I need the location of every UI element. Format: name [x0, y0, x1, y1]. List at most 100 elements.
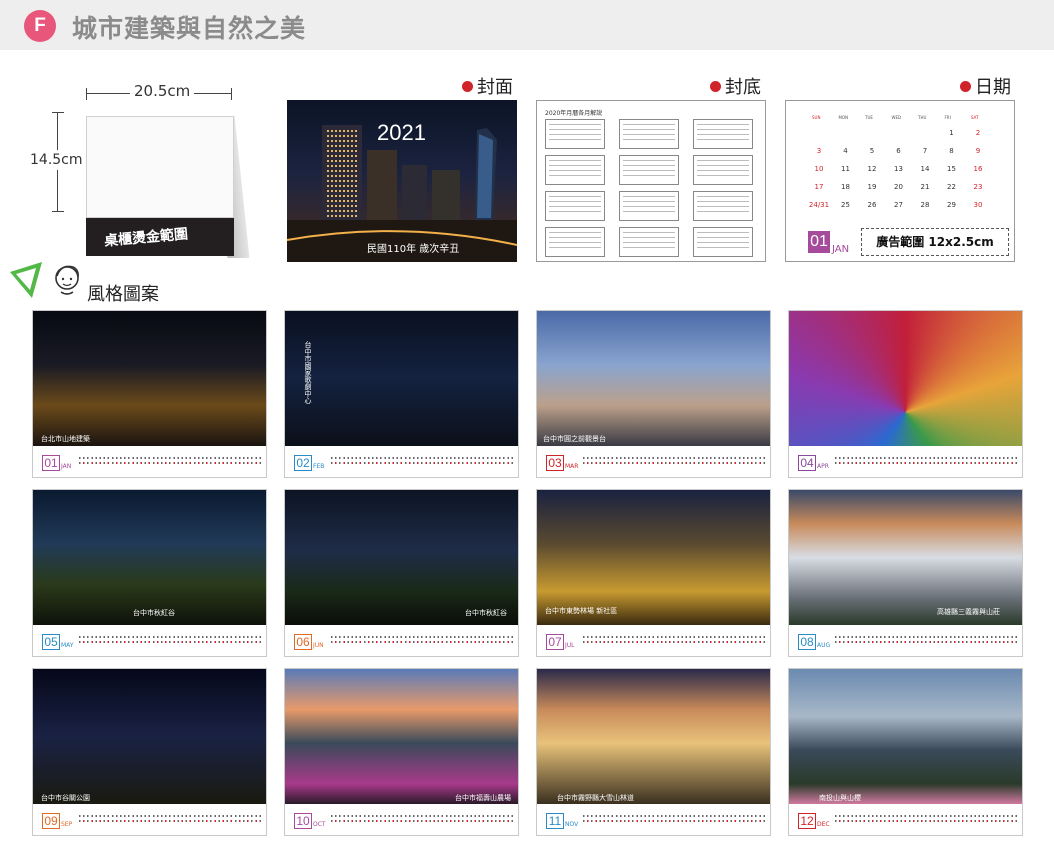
- date-strip: [583, 815, 765, 827]
- date-grid: SUN MON TUE WED THU FRI SAT 1 2 3 4 5 6 7 8 9 10 11 12 13 14…: [806, 115, 992, 223]
- description-cell: [545, 119, 605, 149]
- month-thumbnail: 台中市國家歌劇中心 02 FEB: [284, 310, 519, 478]
- description-cell: [545, 155, 605, 185]
- month-photo: [33, 490, 266, 625]
- bullet-icon: [710, 81, 721, 92]
- month-photo: [285, 490, 518, 625]
- month-thumbnail: 高雄縣三義霧與山莊 08 AUG: [788, 489, 1023, 657]
- day-cell: 15: [947, 165, 956, 173]
- day-cell: 2: [975, 129, 981, 137]
- photo-caption: 台中市東勢林場 新社區: [545, 607, 618, 615]
- day-cell: 25: [841, 201, 850, 209]
- calendar-base: 桌櫃燙金範圍: [86, 218, 234, 256]
- month-thumbnail: 台中市霧野縣大雪山林道 11 NOV: [536, 668, 771, 836]
- photo-caption: 台北市山地建築: [41, 435, 90, 443]
- label-date: 日期: [960, 73, 1011, 99]
- day-cell: 23: [973, 183, 983, 191]
- day-cell: 11: [841, 165, 850, 173]
- weekday-header: MON: [838, 115, 849, 120]
- month-number: 06: [294, 634, 312, 650]
- month-photo: [537, 311, 770, 446]
- day-cell: 13: [894, 165, 903, 173]
- date-strip: [583, 636, 765, 648]
- month-number: 02: [294, 455, 312, 471]
- width-label: 20.5cm: [130, 82, 195, 100]
- month-thumbnail: 台中市谷關公園 09 SEP: [32, 668, 267, 836]
- month-photo: [33, 669, 266, 804]
- date-page-sample: SUN MON TUE WED THU FRI SAT 1 2 3 4 5 6 7 8 9 10 11 12 13 14…: [785, 100, 1015, 262]
- width-dimension: 20.5cm: [86, 82, 232, 100]
- back-cover-title: 2020年月曆各月解說: [545, 110, 603, 117]
- month-number: 04: [798, 455, 816, 471]
- month-number: 05: [42, 634, 60, 650]
- date-strip: [79, 636, 261, 648]
- description-cell: [693, 119, 753, 149]
- month-thumbnail: 台中市秋紅谷 05 MAY: [32, 489, 267, 657]
- date-strip: [331, 815, 513, 827]
- month-name: FEB: [313, 463, 325, 470]
- height-dimension: 14.5cm: [30, 112, 83, 212]
- day-cell: 20: [894, 183, 903, 191]
- day-cell: 18: [841, 183, 850, 191]
- month-number: 01: [42, 455, 60, 471]
- weekday-header: FRI: [944, 115, 951, 120]
- month-thumbnail: 04 APR: [788, 310, 1023, 478]
- header-bar: F 城市建築與自然之美: [0, 0, 1054, 50]
- day-cell: 14: [920, 165, 930, 173]
- month-name: JUL: [565, 642, 575, 649]
- month-name: NOV: [565, 821, 579, 828]
- day-cell: 12: [867, 165, 877, 173]
- photo-caption: 南投山與山櫻: [819, 794, 861, 802]
- month-name: DEC: [817, 821, 830, 828]
- day-cell: 9: [975, 147, 981, 155]
- photo-caption: 高雄縣三義霧與山莊: [937, 608, 1000, 616]
- height-label: 14.5cm: [30, 150, 83, 170]
- photo-caption: 台中市國家歌劇中心: [304, 341, 312, 404]
- day-cell: 19: [867, 183, 877, 191]
- day-cell: 22: [947, 183, 956, 191]
- description-cell: [693, 227, 753, 257]
- photo-caption: 台中市秋紅谷: [133, 609, 175, 617]
- date-strip: [331, 457, 513, 469]
- label-back-cover: 封底: [710, 73, 761, 99]
- month-photo: [789, 311, 1022, 446]
- month-number: 08: [798, 634, 816, 650]
- date-strip: [331, 636, 513, 648]
- month-number: 03: [546, 455, 564, 471]
- month-number: 11: [546, 813, 564, 829]
- face-icon: [55, 265, 79, 295]
- description-cell: [619, 155, 679, 185]
- month-photo: [285, 311, 518, 446]
- day-cell: 21: [920, 183, 930, 191]
- day-cell: 6: [896, 147, 901, 155]
- photo-caption: 台中市谷關公園: [41, 794, 90, 802]
- triangle-icon: [10, 262, 42, 298]
- month-name: MAR: [565, 463, 579, 470]
- month-number: 12: [798, 813, 816, 829]
- month-thumbnail: 台中市東勢林場 新社區 07 JUL: [536, 489, 771, 657]
- photo-caption: 台中市福壽山農場: [455, 794, 511, 802]
- bullet-icon: [960, 81, 971, 92]
- month-photo: [537, 669, 770, 804]
- page-title: 城市建築與自然之美: [72, 14, 307, 43]
- day-cell: 3: [816, 147, 822, 155]
- date-strip: [835, 815, 1017, 827]
- photo-caption: 台中市秋紅谷: [465, 609, 507, 617]
- month-number: 07: [546, 634, 564, 650]
- month-name: MAY: [61, 642, 74, 649]
- description-cell: [619, 227, 679, 257]
- day-cell: 24/31: [808, 201, 830, 209]
- month-photo: [537, 490, 770, 625]
- day-cell: 1: [949, 129, 954, 137]
- day-cell: 16: [973, 165, 983, 173]
- day-cell: 10: [814, 165, 824, 173]
- month-number: 10: [294, 813, 312, 829]
- month-name: JAN: [832, 244, 850, 255]
- month-name: JAN: [61, 463, 72, 470]
- date-strip: [583, 457, 765, 469]
- month-name: SEP: [61, 821, 73, 828]
- weekday-header: SAT: [971, 115, 979, 120]
- month-thumbnail: 南投山與山櫻 12 DEC: [788, 668, 1023, 836]
- date-strip: [835, 636, 1017, 648]
- day-cell: 7: [922, 147, 928, 155]
